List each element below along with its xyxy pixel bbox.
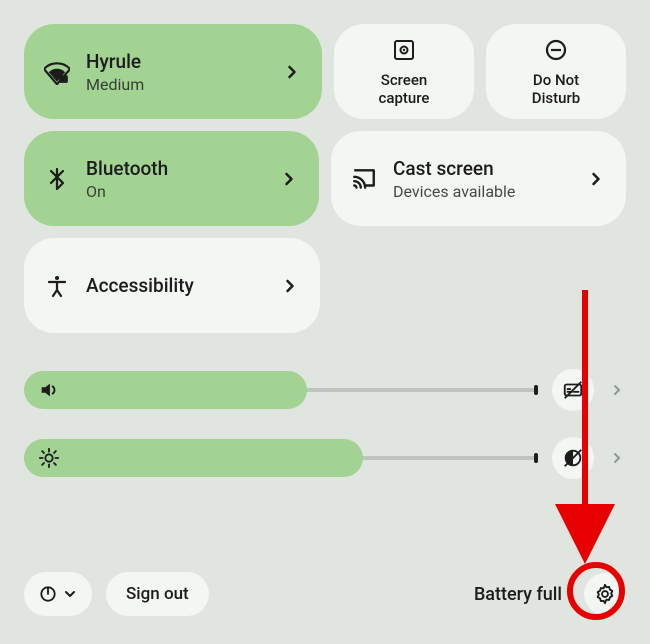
cast-title: Cast screen: [393, 157, 586, 180]
brightness-slider[interactable]: [24, 456, 538, 460]
settings-button[interactable]: [584, 573, 626, 615]
volume-slider-row: [24, 369, 626, 411]
captions-toggle-button[interactable]: [552, 369, 594, 411]
wifi-tile[interactable]: Hyrule Medium: [24, 24, 322, 119]
wifi-icon: [44, 59, 70, 85]
volume-slider[interactable]: [24, 388, 538, 392]
do-not-disturb-icon: [543, 37, 569, 63]
bluetooth-subtitle: On: [86, 182, 279, 201]
brightness-expand-chevron[interactable]: [608, 449, 626, 467]
cast-screen-tile[interactable]: Cast screen Devices available: [331, 131, 626, 226]
accessibility-tile[interactable]: Accessibility: [24, 238, 320, 333]
chevron-right-icon: [282, 62, 302, 82]
volume-icon: [38, 379, 60, 401]
brightness-icon: [38, 447, 60, 469]
chevron-right-icon: [586, 169, 606, 189]
night-light-toggle-button[interactable]: [552, 437, 594, 479]
bluetooth-icon: [44, 166, 70, 192]
accessibility-icon: [44, 273, 70, 299]
bottom-bar: Sign out Battery full: [24, 572, 626, 616]
power-menu-button[interactable]: [24, 572, 92, 616]
cast-icon: [351, 166, 377, 192]
chevron-right-icon: [279, 169, 299, 189]
gear-icon: [594, 583, 616, 605]
accessibility-title: Accessibility: [86, 274, 280, 297]
screen-capture-icon: [391, 37, 417, 63]
wifi-subtitle: Medium: [86, 75, 282, 94]
bluetooth-tile[interactable]: Bluetooth On: [24, 131, 319, 226]
chevron-right-icon: [280, 276, 300, 296]
bluetooth-title: Bluetooth: [86, 157, 279, 180]
brightness-slider-row: [24, 437, 626, 479]
screen-capture-tile[interactable]: Screencapture: [334, 24, 474, 119]
battery-status: Battery full: [474, 584, 562, 605]
cast-subtitle: Devices available: [393, 182, 586, 201]
volume-expand-chevron[interactable]: [608, 381, 626, 399]
do-not-disturb-tile[interactable]: Do NotDisturb: [486, 24, 626, 119]
wifi-title: Hyrule: [86, 50, 282, 73]
sign-out-button[interactable]: Sign out: [106, 572, 209, 616]
